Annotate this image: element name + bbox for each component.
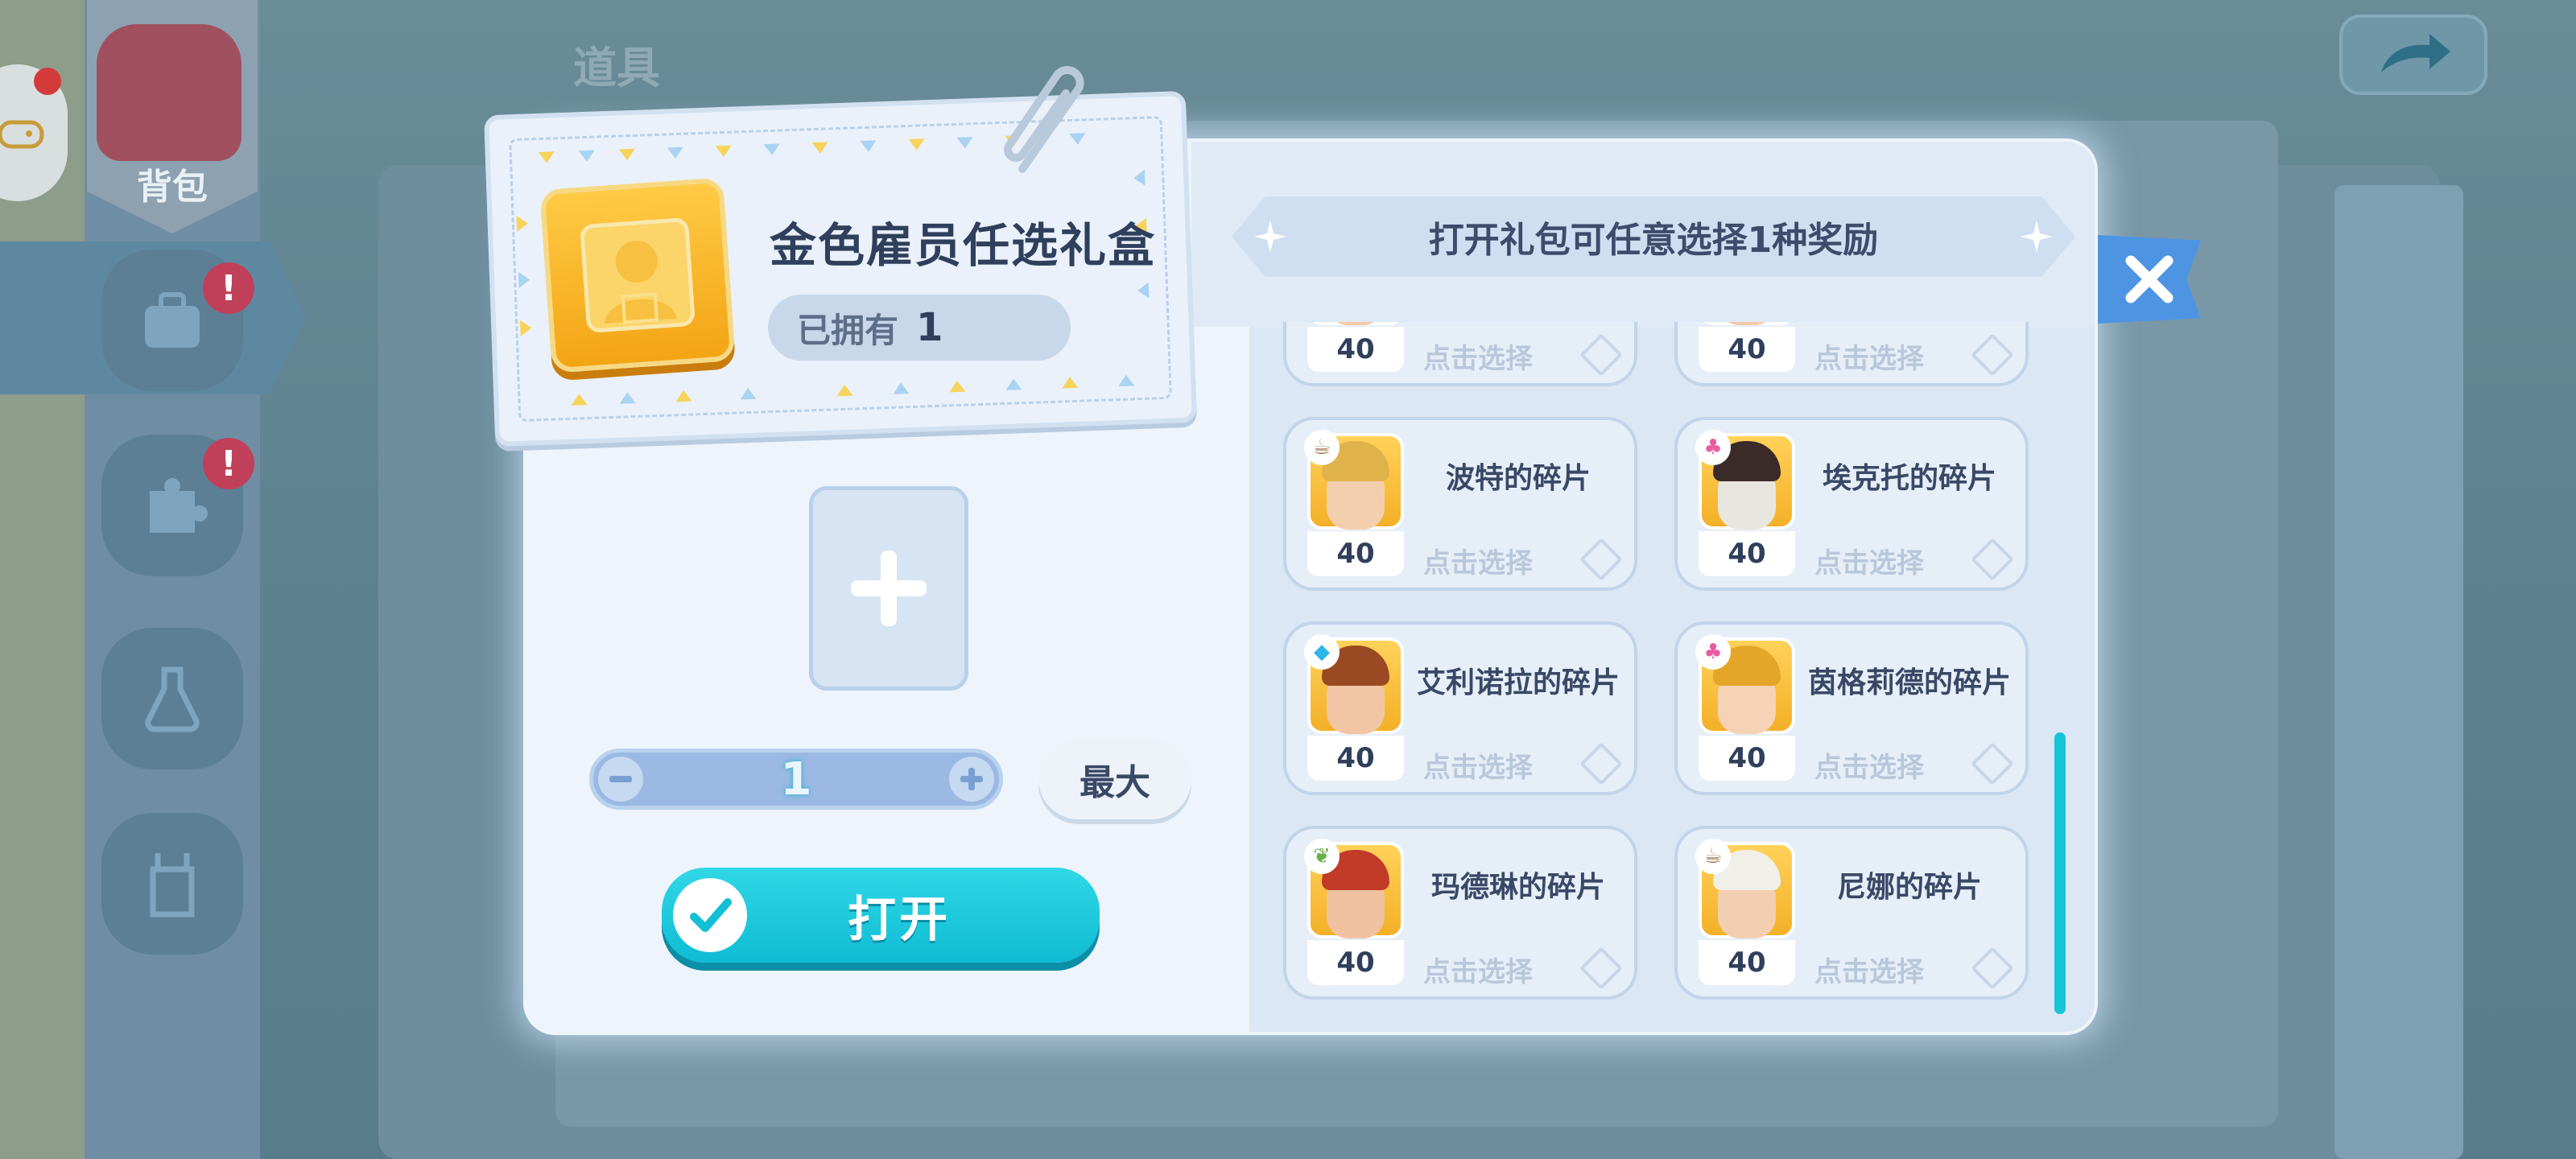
- character-portrait: ♣: [1695, 634, 1795, 734]
- backpack-icon: [97, 24, 242, 161]
- character-face: [1327, 322, 1385, 325]
- select-diamond-icon: [1579, 538, 1623, 581]
- reward-count: 40: [1336, 742, 1375, 774]
- open-button[interactable]: 打开: [662, 868, 1100, 963]
- reward-grid: 40 点击选择 40 点击选择 ☕ 40 波特的碎片 点击选择 ♣ 40 埃克托的碎片 点击选择 ◆ 40…: [1256, 322, 2061, 1024]
- plus-icon: [851, 551, 927, 626]
- cupcake-icon: ♣: [1695, 634, 1731, 670]
- share-arrow-icon: [2381, 34, 2450, 72]
- reward-list-scrollbar[interactable]: [2054, 732, 2066, 1014]
- reward-card[interactable]: ☕ 40 波特的碎片点击选择: [1283, 417, 1637, 591]
- flask-icon: [145, 666, 200, 732]
- item-name: 金色雇员任选礼盒: [770, 218, 1157, 273]
- coffee-icon: ☕: [1304, 430, 1340, 465]
- select-diamond-icon: [1971, 333, 2014, 377]
- reward-count: 40: [1336, 333, 1375, 365]
- notification-dot: [34, 68, 61, 95]
- close-icon: [2125, 255, 2174, 303]
- reward-count: 40: [1728, 333, 1766, 365]
- tab-backpack-label: 背包: [137, 167, 208, 208]
- add-item-slot[interactable]: [809, 486, 968, 691]
- checkmark-icon: [673, 878, 747, 952]
- section-title: 道具: [573, 43, 660, 93]
- paperclip-icon: [1004, 66, 1084, 173]
- select-diamond-icon: [1971, 947, 2014, 990]
- quantity-value: 1: [780, 753, 812, 806]
- character-portrait: [1699, 322, 1795, 325]
- reward-card[interactable]: 40 点击选择: [1283, 322, 1637, 386]
- reward-card[interactable]: ◆ 40 艾利诺拉的碎片点击选择: [1283, 621, 1637, 795]
- toolbox-icon: [145, 292, 200, 348]
- leaf-icon: ❦: [1304, 839, 1340, 874]
- reward-count: 40: [1336, 538, 1375, 570]
- share-button[interactable]: [2339, 14, 2487, 95]
- select-hint: 点击选择: [1814, 956, 1924, 988]
- select-hint: 点击选择: [1814, 752, 1924, 784]
- character-portrait: ☕: [1695, 839, 1795, 938]
- reward-card[interactable]: ♣ 40 埃克托的碎片点击选择: [1674, 417, 2029, 591]
- reward-count: 40: [1728, 742, 1766, 774]
- reward-card[interactable]: ♣ 40 茵格莉德的碎片点击选择: [1674, 621, 2029, 795]
- reward-name: 尼娜的碎片: [1836, 871, 1982, 904]
- quantity-stepper: 1: [589, 749, 1003, 810]
- owned-count: 1: [916, 305, 943, 350]
- select-diamond-icon: [1579, 333, 1623, 377]
- coffee-icon: ☕: [1695, 839, 1731, 874]
- open-button-label: 打开: [848, 891, 951, 948]
- select-diamond-icon: [1579, 742, 1623, 786]
- select-hint: 点击选择: [1814, 343, 1924, 375]
- reward-count: 40: [1336, 947, 1375, 979]
- reward-name: 玛德琳的碎片: [1430, 871, 1605, 904]
- select-diamond-icon: [1971, 742, 2014, 786]
- employee-silhouette-icon: [580, 218, 695, 332]
- puzzle-icon: [150, 478, 208, 533]
- character-portrait: ◆: [1304, 634, 1404, 734]
- increase-button[interactable]: [949, 757, 994, 802]
- alert-badge: !: [203, 438, 254, 489]
- plus-small-icon: [960, 768, 983, 790]
- reward-count: 40: [1728, 538, 1766, 570]
- reward-name: 艾利诺拉的碎片: [1416, 666, 1620, 699]
- select-hint: 点击选择: [1423, 547, 1533, 580]
- cupcake-icon: ♣: [1695, 430, 1731, 465]
- reward-count: 40: [1728, 947, 1766, 979]
- select-hint: 点击选择: [1814, 547, 1924, 580]
- gamepad-icon: [0, 120, 44, 149]
- close-button[interactable]: [2098, 235, 2201, 324]
- character-portrait: [1307, 322, 1404, 325]
- reward-name: 茵格莉德的碎片: [1807, 666, 2011, 699]
- select-diamond-icon: [1579, 947, 1623, 990]
- background-rack: [2334, 185, 2463, 1159]
- character-portrait: ☕: [1304, 430, 1404, 530]
- character-face: [1718, 322, 1776, 325]
- select-hint: 点击选择: [1423, 956, 1533, 988]
- select-hint: 点击选择: [1423, 343, 1533, 375]
- reward-hint-text: 打开礼包可任意选择1种奖励: [1428, 220, 1879, 261]
- select-diamond-icon: [1971, 538, 2014, 581]
- reward-card[interactable]: ❦ 40 玛德琳的碎片点击选择: [1283, 826, 1637, 1000]
- reward-name: 波特的碎片: [1445, 462, 1591, 495]
- reward-card[interactable]: 40 点击选择: [1674, 322, 2029, 386]
- drink-icon: ◆: [1304, 634, 1340, 670]
- apron-icon: [150, 853, 195, 918]
- owned-label: 已拥有: [797, 310, 899, 350]
- tab-apron[interactable]: [101, 813, 243, 955]
- reward-name: 埃克托的碎片: [1822, 462, 1996, 495]
- tab-potion[interactable]: [101, 628, 243, 769]
- select-hint: 点击选择: [1423, 752, 1533, 784]
- alert-badge: !: [203, 262, 254, 314]
- owned-count-pill: 已拥有 1: [768, 295, 1071, 361]
- character-portrait: ♣: [1695, 430, 1795, 530]
- character-portrait: ❦: [1304, 839, 1404, 938]
- gold-employee-badge-icon: [539, 177, 736, 373]
- reward-card[interactable]: ☕ 40 尼娜的碎片点击选择: [1674, 826, 2029, 1000]
- max-button[interactable]: 最大: [1038, 739, 1191, 819]
